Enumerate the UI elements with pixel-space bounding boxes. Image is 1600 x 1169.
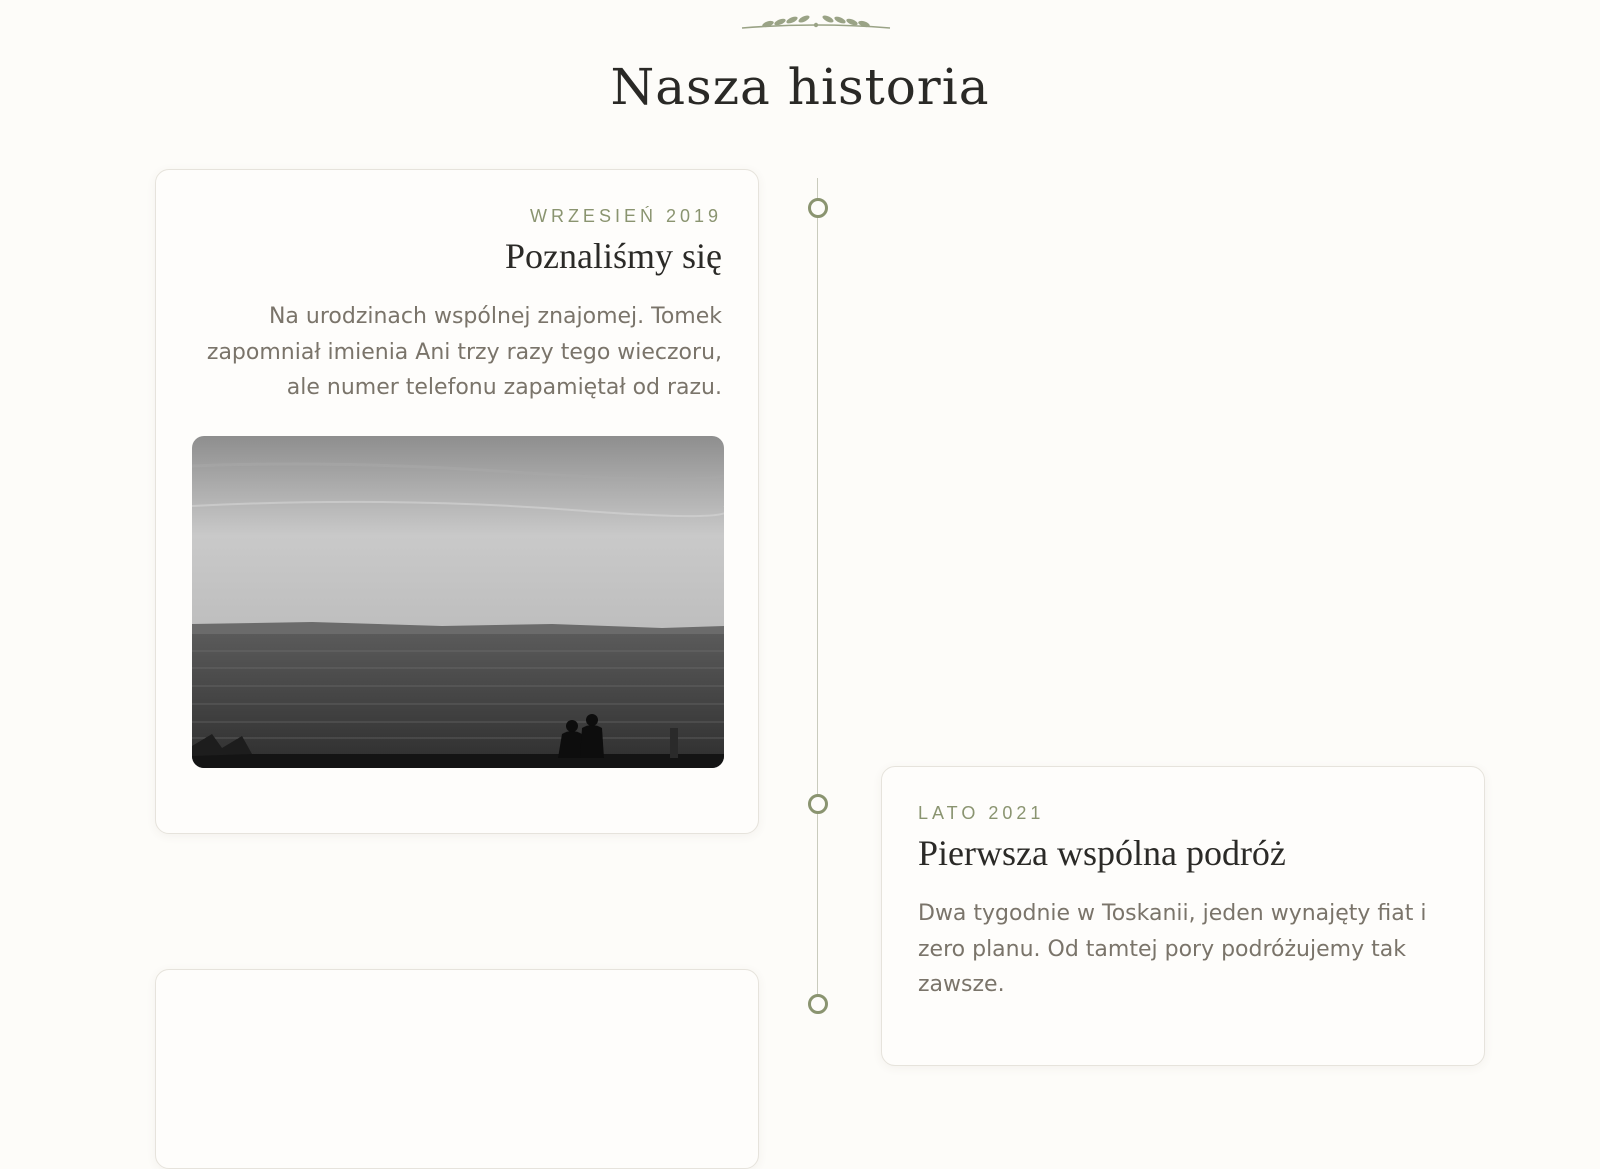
card-date: LATO 2021 <box>918 803 1045 823</box>
card-date: WRZESIEŃ 2019 <box>529 206 722 226</box>
timeline-card-next <box>155 969 759 1169</box>
card-text: Dwa tygodnie w Toskanii, jeden wynajęty … <box>918 901 1427 997</box>
timeline-dot-icon <box>808 994 828 1014</box>
section-title: Nasza historia <box>610 58 990 116</box>
card-text: Na urodzinach wspólnej znajomej. Tomek z… <box>206 304 722 400</box>
card-title: Pierwsza wspólna podróż <box>918 833 1286 873</box>
couple-by-sea-photo <box>192 435 724 768</box>
timeline-dot-icon <box>808 794 828 814</box>
timeline-card-first-trip: LATO 2021 Pierwsza wspólna podróż Dwa ty… <box>881 766 1485 1066</box>
timeline-dot-icon <box>808 198 828 218</box>
laurel-ornament-icon <box>741 15 891 29</box>
card-title: Poznaliśmy się <box>505 236 722 276</box>
timeline-line <box>817 178 818 1000</box>
timeline-card-met: WRZESIEŃ 2019 Poznaliśmy się Na urodzina… <box>155 169 759 834</box>
